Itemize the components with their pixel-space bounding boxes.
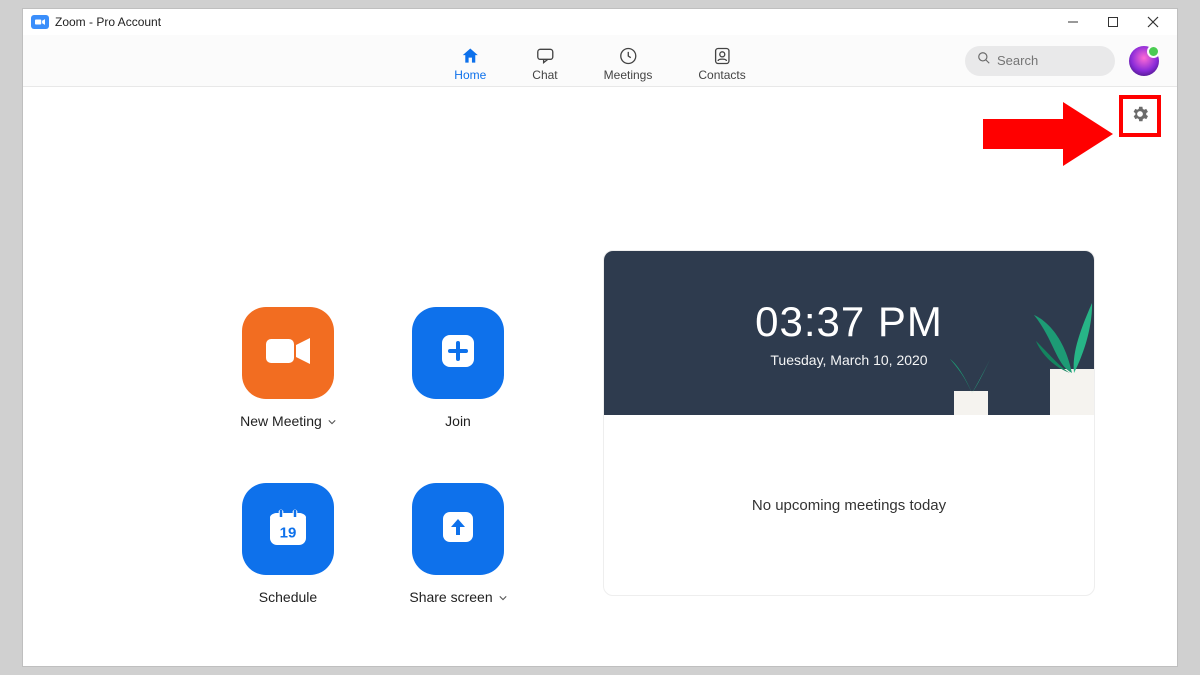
search-box[interactable]	[965, 46, 1115, 76]
close-button[interactable]	[1133, 9, 1173, 35]
minimize-button[interactable]	[1053, 9, 1093, 35]
top-navbar: Home Chat Meetings Contacts	[23, 35, 1177, 87]
no-meetings-message: No upcoming meetings today	[752, 497, 946, 514]
zoom-app-icon	[31, 15, 49, 29]
arrow-up-icon	[438, 507, 478, 552]
current-date: Tuesday, March 10, 2020	[770, 352, 927, 368]
window-title: Zoom - Pro Account	[55, 15, 161, 29]
tab-contacts[interactable]: Contacts	[698, 40, 745, 82]
new-meeting-label: New Meeting	[240, 413, 322, 429]
nav-tabs: Home Chat Meetings Contacts	[454, 35, 745, 86]
annotation-arrow	[983, 99, 1113, 169]
action-tiles: New Meeting Join	[203, 307, 543, 605]
tab-chat-label: Chat	[532, 68, 557, 82]
maximize-button[interactable]	[1093, 9, 1133, 35]
info-card: 03:37 PM Tuesday, March 10, 2020 No upco…	[603, 250, 1095, 596]
gear-icon	[1130, 104, 1150, 129]
plus-icon	[438, 331, 478, 376]
app-window: Zoom - Pro Account Home Chat	[22, 8, 1178, 667]
video-icon	[266, 336, 310, 371]
new-meeting-button[interactable]: New Meeting	[203, 307, 373, 429]
clock-icon	[618, 46, 638, 66]
join-button[interactable]: Join	[373, 307, 543, 429]
tab-meetings-label: Meetings	[604, 68, 653, 82]
current-time: 03:37 PM	[755, 298, 943, 346]
main-content: New Meeting Join	[23, 87, 1177, 666]
home-icon	[460, 46, 480, 66]
search-input[interactable]	[997, 53, 1103, 68]
calendar-day-number: 19	[280, 524, 297, 541]
tab-home-label: Home	[454, 68, 486, 82]
clock-hero: 03:37 PM Tuesday, March 10, 2020	[604, 251, 1094, 415]
share-screen-label: Share screen	[409, 589, 492, 605]
tab-chat[interactable]: Chat	[532, 40, 557, 82]
join-label: Join	[445, 413, 471, 429]
plant-decoration-small-icon	[942, 345, 998, 415]
chat-icon	[535, 46, 555, 66]
chevron-down-icon	[328, 413, 336, 429]
upcoming-meetings-panel: No upcoming meetings today	[604, 415, 1094, 595]
settings-button[interactable]	[1125, 101, 1155, 131]
share-screen-button[interactable]: Share screen	[373, 483, 543, 605]
titlebar: Zoom - Pro Account	[23, 9, 1177, 35]
avatar[interactable]	[1129, 46, 1159, 76]
schedule-button[interactable]: 19 Schedule	[203, 483, 373, 605]
contacts-icon	[712, 46, 732, 66]
tab-meetings[interactable]: Meetings	[604, 40, 653, 82]
schedule-label: Schedule	[259, 589, 317, 605]
tab-home[interactable]: Home	[454, 40, 486, 82]
chevron-down-icon	[499, 589, 507, 605]
tab-contacts-label: Contacts	[698, 68, 745, 82]
search-icon	[977, 51, 991, 70]
